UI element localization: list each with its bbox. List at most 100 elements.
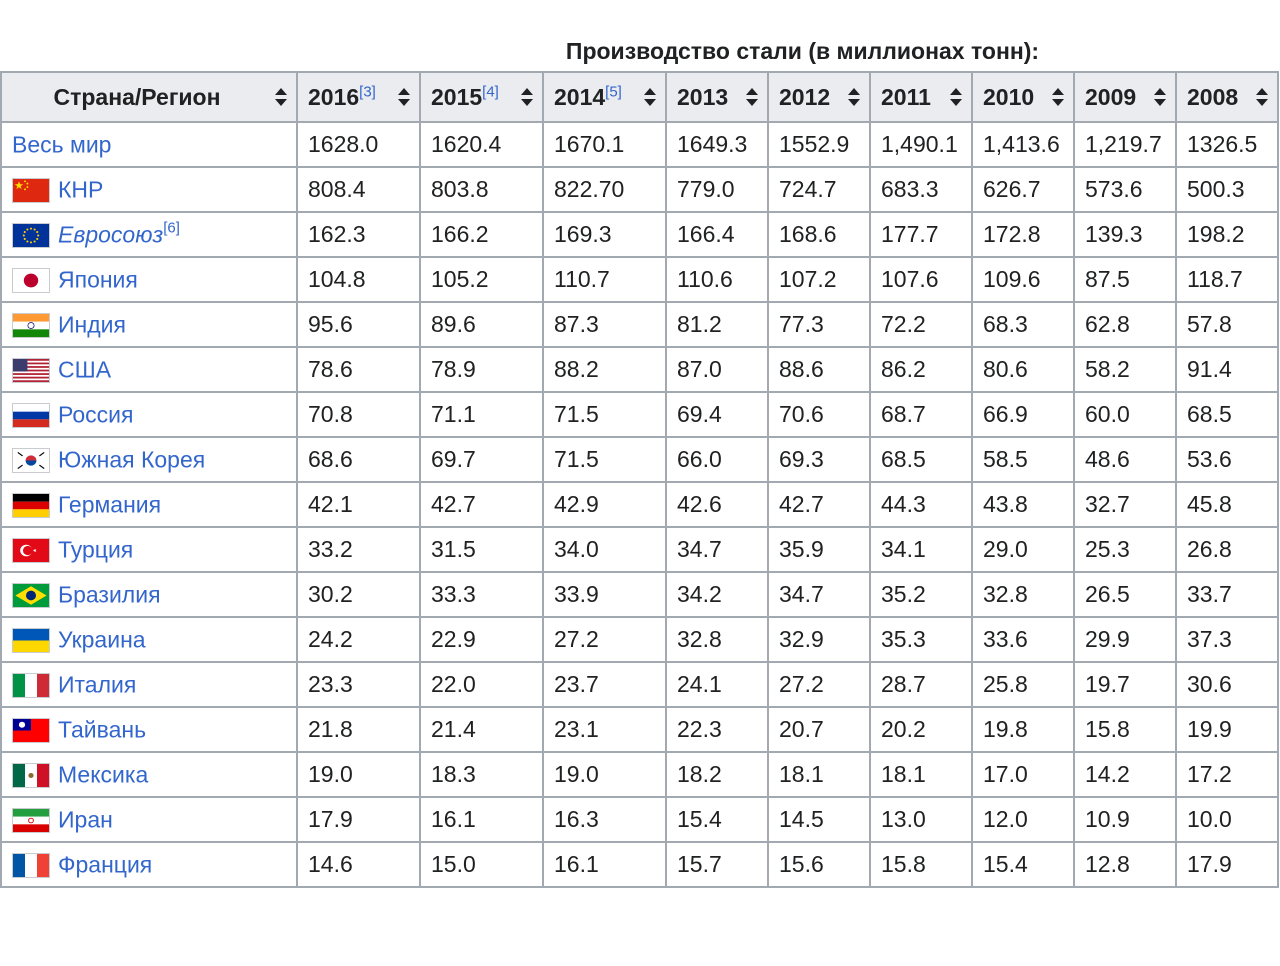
value-cell: 42.7	[767, 481, 871, 528]
value-cell: 107.6	[869, 256, 973, 303]
column-header-year[interactable]: 2009	[1073, 71, 1177, 123]
flag-taiwan-icon	[12, 717, 50, 743]
country-link[interactable]: Бразилия	[58, 582, 161, 608]
value-cell: 70.6	[767, 391, 871, 438]
sort-arrows-icon[interactable]	[1153, 87, 1167, 107]
value-cell: 118.7	[1175, 256, 1279, 303]
value-cell: 33.9	[542, 571, 667, 618]
flag-france-icon	[12, 852, 50, 878]
value-cell: 87.5	[1073, 256, 1177, 303]
sort-arrows-icon[interactable]	[397, 87, 411, 107]
value-cell: 71.5	[542, 436, 667, 483]
country-link[interactable]: Иран	[58, 807, 113, 833]
value-cell: 35.9	[767, 526, 871, 573]
value-cell: 177.7	[869, 211, 973, 258]
value-cell: 18.1	[869, 751, 973, 798]
flag-russia-icon	[12, 402, 50, 428]
reference-link[interactable]: [4]	[482, 83, 499, 100]
country-cell: Россия	[0, 391, 298, 438]
table-row: США 78.6 78.9 88.2 87.0 88.6 86.2 80.6 58.2 91.4	[0, 346, 1279, 393]
value-cell: 69.3	[767, 436, 871, 483]
country-link[interactable]: Евросоюз	[58, 222, 163, 248]
value-cell: 43.8	[971, 481, 1075, 528]
value-cell: 626.7	[971, 166, 1075, 213]
sort-arrows-icon[interactable]	[1051, 87, 1065, 107]
value-cell: 34.7	[767, 571, 871, 618]
country-link[interactable]: США	[58, 357, 111, 383]
value-cell: 26.5	[1073, 571, 1177, 618]
sort-arrows-icon[interactable]	[520, 87, 534, 107]
table-header-row: Страна/Регион 2016[3] 2015[4] 2014[5] 2013 20…	[0, 71, 1279, 123]
column-header-year[interactable]: 2010	[971, 71, 1075, 123]
country-link[interactable]: КНР	[58, 177, 103, 203]
value-cell: 14.6	[296, 841, 421, 888]
column-header-year[interactable]: 2011	[869, 71, 973, 123]
country-link[interactable]: Италия	[58, 672, 136, 698]
column-header-year[interactable]: 2015[4]	[419, 71, 544, 123]
value-cell: 78.9	[419, 346, 544, 393]
country-link[interactable]: Франция	[58, 852, 152, 878]
value-cell: 68.5	[1175, 391, 1279, 438]
country-cell: Бразилия	[0, 571, 298, 618]
column-header-country[interactable]: Страна/Регион	[0, 71, 298, 123]
reference-link[interactable]: [5]	[605, 83, 622, 100]
reference-link[interactable]: [3]	[359, 83, 376, 100]
value-cell: 66.9	[971, 391, 1075, 438]
column-header-year[interactable]: 2013	[665, 71, 769, 123]
value-cell: 18.2	[665, 751, 769, 798]
value-cell: 22.3	[665, 706, 769, 753]
value-cell: 69.4	[665, 391, 769, 438]
table-row: Франция 14.6 15.0 16.1 15.7 15.6 15.8 15.4 12.8 1…	[0, 841, 1279, 888]
country-link[interactable]: Южная Корея	[58, 447, 205, 473]
value-cell: 10.9	[1073, 796, 1177, 843]
sort-arrows-icon[interactable]	[1255, 87, 1269, 107]
value-cell: 15.0	[419, 841, 544, 888]
value-cell: 12.0	[971, 796, 1075, 843]
value-cell: 35.3	[869, 616, 973, 663]
table-caption: Производство стали (в миллионах тонн):	[565, 38, 1040, 64]
country-link[interactable]: Тайвань	[58, 717, 146, 743]
country-link[interactable]: Россия	[58, 402, 133, 428]
country-link[interactable]: Индия	[58, 312, 126, 338]
value-cell: 88.6	[767, 346, 871, 393]
value-cell: 32.9	[767, 616, 871, 663]
country-cell: Весь мир	[0, 121, 298, 168]
country-link[interactable]: Весь мир	[12, 132, 111, 158]
country-link[interactable]: Турция	[58, 537, 133, 563]
value-cell: 14.2	[1073, 751, 1177, 798]
flag-usa-icon	[12, 357, 50, 383]
flag-mexico-icon	[12, 762, 50, 788]
sort-arrows-icon[interactable]	[274, 87, 288, 107]
value-cell: 33.2	[296, 526, 421, 573]
value-cell: 53.6	[1175, 436, 1279, 483]
sort-arrows-icon[interactable]	[643, 87, 657, 107]
flag-south-korea-icon	[12, 447, 50, 473]
table-row: Иран 17.9 16.1 16.3 15.4 14.5 13.0 12.0 10.9 10.0	[0, 796, 1279, 843]
column-header-year[interactable]: 2012	[767, 71, 871, 123]
value-cell: 33.3	[419, 571, 544, 618]
value-cell: 95.6	[296, 301, 421, 348]
country-link[interactable]: Украина	[58, 627, 146, 653]
value-cell: 68.7	[869, 391, 973, 438]
sort-arrows-icon[interactable]	[949, 87, 963, 107]
sort-arrows-icon[interactable]	[847, 87, 861, 107]
value-cell: 12.8	[1073, 841, 1177, 888]
value-cell: 166.2	[419, 211, 544, 258]
value-cell: 72.2	[869, 301, 973, 348]
country-link[interactable]: Япония	[58, 267, 138, 293]
value-cell: 14.5	[767, 796, 871, 843]
sort-arrows-icon[interactable]	[745, 87, 759, 107]
value-cell: 26.8	[1175, 526, 1279, 573]
value-cell: 25.8	[971, 661, 1075, 708]
value-cell: 19.9	[1175, 706, 1279, 753]
column-header-label: 2015	[431, 83, 483, 110]
column-header-year[interactable]: 2008	[1175, 71, 1279, 123]
value-cell: 34.1	[869, 526, 973, 573]
column-header-year[interactable]: 2016[3]	[296, 71, 421, 123]
table-row: Весь мир 1628.0 1620.4 1670.1 1649.3 1552.9 1,…	[0, 121, 1279, 168]
country-link[interactable]: Мексика	[58, 762, 148, 788]
country-link[interactable]: Германия	[58, 492, 161, 518]
value-cell: 68.5	[869, 436, 973, 483]
column-header-year[interactable]: 2014[5]	[542, 71, 667, 123]
reference-link[interactable]: [6]	[163, 220, 180, 237]
